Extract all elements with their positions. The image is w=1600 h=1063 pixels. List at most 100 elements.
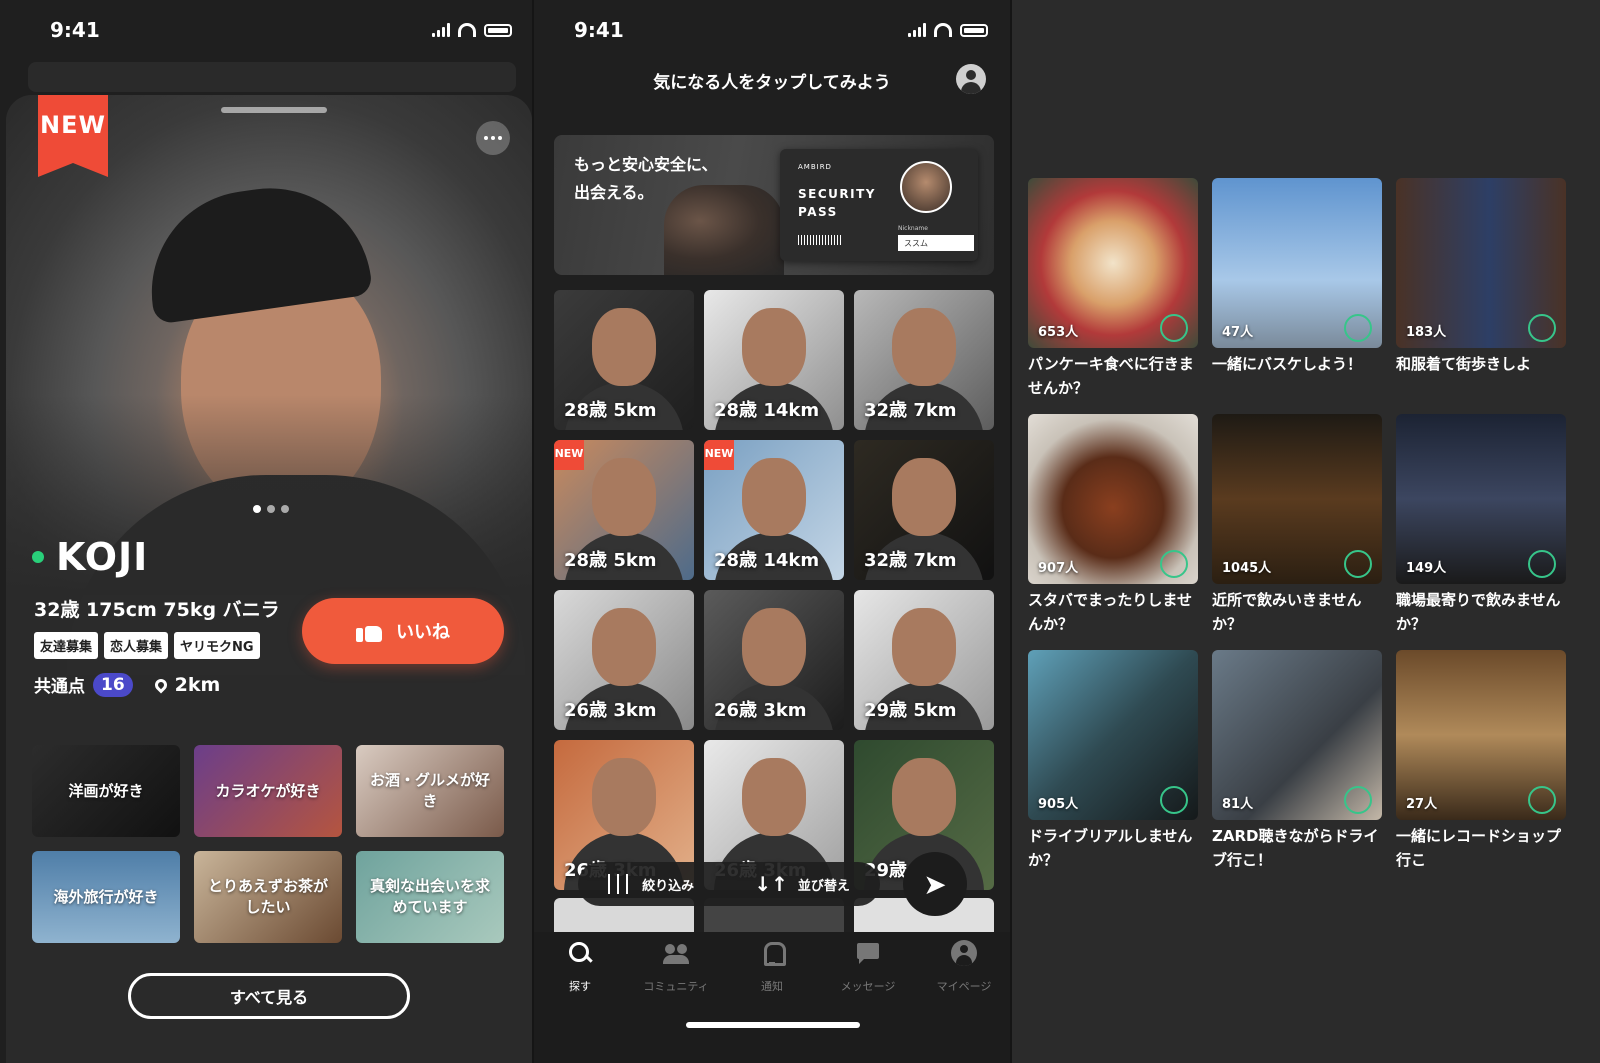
- account-icon[interactable]: [956, 64, 986, 94]
- user-tile[interactable]: 28歳 14km: [704, 290, 844, 430]
- sheet-grabber[interactable]: [221, 107, 327, 113]
- interest-tile[interactable]: とりあえずお茶がしたい: [194, 851, 342, 943]
- community-card[interactable]: 47人一緒にバスケしよう！: [1212, 178, 1382, 404]
- join-ring-icon[interactable]: [1160, 550, 1188, 578]
- profile-stats: 32歳 175cm 75kg バニラ: [34, 599, 280, 621]
- tab-bell[interactable]: 通知: [724, 940, 820, 994]
- join-ring-icon[interactable]: [1160, 314, 1188, 342]
- user-tile[interactable]: 26歳 3km: [704, 590, 844, 730]
- like-button[interactable]: いいね: [302, 598, 504, 664]
- community-card[interactable]: 27人 一緒にレコードショップ行こ: [1396, 650, 1566, 876]
- member-count: 1045人: [1222, 561, 1272, 576]
- community-card[interactable]: 905人 ドライブリアルしませんか？: [1028, 650, 1198, 876]
- sort-icon: ↓↑: [754, 872, 788, 896]
- tag: 恋人募集: [104, 632, 169, 659]
- user-tile[interactable]: 32歳 7km: [854, 440, 994, 580]
- join-ring-icon[interactable]: [1528, 550, 1556, 578]
- community-card[interactable]: 149人職場最寄りで飲みませんか？: [1396, 414, 1566, 640]
- location-button[interactable]: ➤: [903, 852, 967, 916]
- security-pass-banner[interactable]: もっと安心安全に、 出会える。 AMBIRD SECURITY PASS Nic…: [554, 135, 994, 275]
- more-options-button[interactable]: [476, 121, 510, 155]
- user-tile[interactable]: 29歳 5km: [854, 590, 994, 730]
- interest-tile[interactable]: 海外旅行が好き: [32, 851, 180, 943]
- new-badge: NEW: [704, 440, 734, 470]
- page-title: 気になる人をタップしてみよう: [653, 72, 891, 93]
- user-tile[interactable]: 26歳 3km: [554, 590, 694, 730]
- tab-search[interactable]: 探す: [534, 940, 628, 994]
- sort-button[interactable]: ↓↑ 並び替え: [754, 872, 850, 896]
- profile-card: NEW KOJI 32歳 175cm 75kg バニラ 友達募集 恋人募集 ヤリ…: [6, 95, 532, 1063]
- community-card[interactable]: 653人パンケーキ食べに行きませんか？: [1028, 178, 1198, 404]
- sliders-icon: [608, 874, 633, 894]
- community-image: 47人: [1212, 178, 1382, 348]
- member-count: 653人: [1038, 325, 1079, 340]
- status-bar: 9:41: [0, 0, 540, 60]
- user-photo: [592, 458, 656, 536]
- interest-tile[interactable]: 真剣な出会いを求めています: [356, 851, 504, 943]
- community-image: 907人: [1028, 414, 1198, 584]
- join-ring-icon[interactable]: [1160, 786, 1188, 814]
- member-count: 149人: [1406, 561, 1447, 576]
- community-image: 653人: [1028, 178, 1198, 348]
- user-photo: [742, 308, 806, 386]
- join-ring-icon[interactable]: [1344, 786, 1372, 814]
- filter-button[interactable]: 絞り込み: [608, 874, 694, 894]
- navigation-arrow-icon: ➤: [923, 867, 947, 901]
- user-photo: [592, 608, 656, 686]
- new-badge: NEW: [554, 440, 584, 470]
- community-title: スタバでまったりしませんか？: [1028, 591, 1192, 633]
- photo-page-indicator: [253, 505, 289, 513]
- community-card[interactable]: 907人スタバでまったりしませんか？: [1028, 414, 1198, 640]
- community-card[interactable]: 183人 和服着て街歩きしよ: [1396, 178, 1566, 404]
- bell-icon: [759, 940, 786, 966]
- tab-community[interactable]: コミュニティ: [628, 940, 724, 994]
- common-points: 共通点 16 2km: [34, 672, 221, 697]
- location-pin-icon: [152, 676, 170, 693]
- community-title: パンケーキ食べに行きませんか？: [1028, 355, 1194, 397]
- user-photo: [592, 758, 656, 836]
- search-screen: 9:41 気になる人をタップしてみよう もっと安心安全に、 出会える。 AMBI…: [532, 0, 1012, 1063]
- user-tile[interactable]: NEW 28歳 5km: [554, 440, 694, 580]
- interest-tile[interactable]: カラオケが好き: [194, 745, 342, 837]
- member-count: 907人: [1038, 561, 1079, 576]
- community-title: 一緒にバスケしよう！: [1212, 355, 1363, 373]
- user-tile[interactable]: 32歳 7km: [854, 290, 994, 430]
- community-card[interactable]: 1045人 近所で飲みいきませんか？: [1212, 414, 1382, 640]
- barcode-icon: [798, 235, 842, 245]
- user-age-distance: 29歳 5km: [864, 700, 957, 721]
- home-indicator: [686, 1022, 860, 1028]
- tab-message[interactable]: メッセージ: [820, 940, 916, 994]
- interest-tile[interactable]: お酒・グルメが好き: [356, 745, 504, 837]
- tab-profile[interactable]: マイページ: [916, 940, 1010, 994]
- profile-tags: 友達募集 恋人募集 ヤリモクNG: [34, 632, 260, 659]
- status-time: 9:41: [574, 18, 624, 42]
- community-image: 149人: [1396, 414, 1566, 584]
- join-ring-icon[interactable]: [1344, 550, 1372, 578]
- member-count: 27人: [1406, 797, 1438, 812]
- join-ring-icon[interactable]: [1528, 314, 1556, 342]
- member-count: 81人: [1222, 797, 1254, 812]
- profile-screen: 9:41 NEW KOJI 32歳 175cm 75kg バニラ 友達募集 恋人…: [0, 0, 540, 1063]
- user-tile[interactable]: NEW 28歳 14km: [704, 440, 844, 580]
- see-all-button[interactable]: すべて見る: [128, 973, 410, 1019]
- community-card[interactable]: 81人 ZARD聴きながらドライブ行こ！: [1212, 650, 1382, 876]
- user-age-distance: 28歳 14km: [714, 400, 820, 421]
- interest-tile[interactable]: 洋画が好き: [32, 745, 180, 837]
- user-photo: [892, 608, 956, 686]
- user-photo: [892, 308, 956, 386]
- community-image: 27人: [1396, 650, 1566, 820]
- banner-photo: [664, 185, 784, 275]
- common-count-badge: 16: [93, 672, 133, 697]
- tag: 友達募集: [34, 632, 99, 659]
- message-icon: [855, 940, 881, 966]
- join-ring-icon[interactable]: [1344, 314, 1372, 342]
- user-tile[interactable]: 28歳 5km: [554, 290, 694, 430]
- community-screen: 653人 パンケーキ食べに行きませんか？ 47人 一緒にバスケしよう！ 183人 和服着て…: [1014, 0, 1600, 1063]
- community-title: 職場最寄りで飲みませんか？: [1396, 591, 1561, 633]
- join-ring-icon[interactable]: [1528, 786, 1556, 814]
- battery-icon: [960, 23, 988, 37]
- distance: 2km: [174, 673, 221, 696]
- community-image: 183人: [1396, 178, 1566, 348]
- thumbs-up-icon: [356, 620, 382, 642]
- status-bar: 9:41: [534, 0, 1010, 60]
